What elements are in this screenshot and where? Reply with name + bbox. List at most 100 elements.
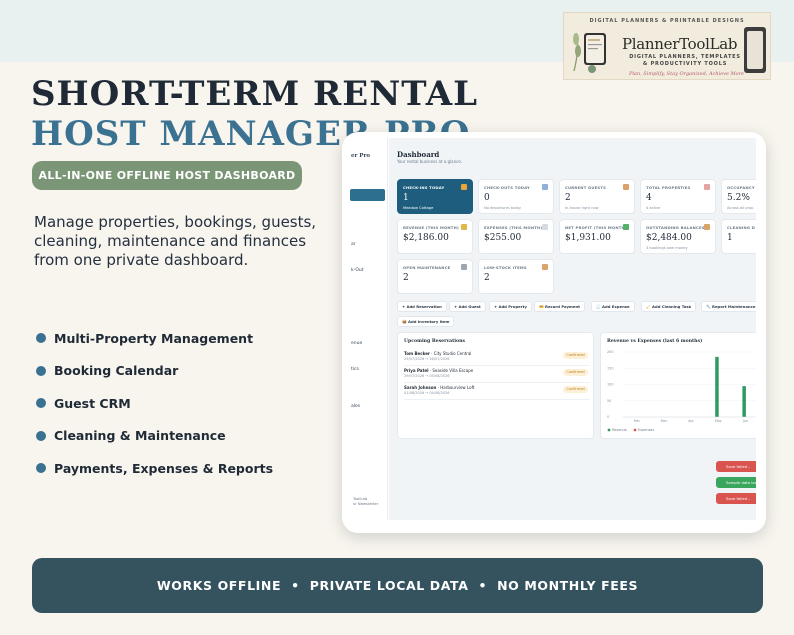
stat-subtext: Across all prop [727,206,754,210]
y-tick-label: 100 [607,383,613,387]
stat-value: $1,931.00 [565,233,611,243]
quick-action-button[interactable]: + Add Property [489,301,532,312]
bar-revenue [742,386,746,417]
stat-value: 0 [484,193,490,203]
stat-card[interactable]: TOTAL PROPERTIES 4 4 active [640,179,716,214]
page-title: Dashboard [397,150,440,159]
stat-subtext: Meadow Cottage [403,206,434,210]
y-tick-label: 0 [607,415,609,419]
stat-card[interactable]: REVENUE (THIS MONTH) $2,186.00 [397,219,473,254]
stat-label: REVENUE (THIS MONTH) [403,225,459,230]
feature-item: Payments, Expenses & Reports [36,452,273,485]
logo-brand-name: PlannerToolLab [622,35,738,53]
sidebar-item-sales[interactable]: ales [351,404,360,409]
hero-title-line1: SHORT-TERM RENTAL [31,74,479,114]
status-badge: Confirmed [563,386,588,393]
stat-card[interactable]: NET PROFIT (THIS MONTH) $1,931.00 [559,219,635,254]
legend-swatch [607,428,611,432]
status-badge: Confirmed [563,369,588,376]
logo-tagline: Plan, Simplify, Stay Organized, Achieve … [628,71,745,77]
y-tick-label: 150 [607,366,613,370]
stat-card[interactable]: CHECK-OUTS TODAY 0 No departures today [478,179,554,214]
app-sidebar: er Pro ar k-Out enue tics ales ToolLab s… [347,138,388,520]
sidebar-item-analytics[interactable]: tics [351,367,359,372]
quick-action-button[interactable]: 🔧 Report Maintenance [701,301,756,312]
x-tick-label: May [715,419,722,423]
feature-item: Guest CRM [36,387,273,420]
sidebar-item-checkout[interactable]: k-Out [351,268,364,273]
wrench-icon [461,264,467,270]
stat-subtext: In-house right now [565,206,599,210]
feature-item: Booking Calendar [36,355,273,388]
sidebar-item-calendar[interactable]: ar [351,242,356,247]
stat-card[interactable]: CLEANING D 1 [721,219,756,254]
reservation-guest: Priya Patel · Seaside Villa Escape [404,368,474,373]
reservation-row[interactable]: Tom Becker · City Studio Central 25/07/20… [404,350,590,366]
toast-notification[interactable]: Save failed – [716,493,756,504]
stat-card[interactable]: OCCUPANCY 5.2% Across all prop [721,179,756,214]
y-tick-label: 200 [607,350,613,354]
bullet-dot-icon [36,398,46,409]
bullet-dot-icon [36,463,46,474]
stat-subtext: 4 active [646,206,661,210]
quick-action-button[interactable]: 💳 Record Payment [534,301,585,312]
stat-card[interactable]: OUTSTANDING BALANCES $2,484.00 3 bookings … [640,219,716,254]
reservations-title: Upcoming Reservations [404,339,466,344]
hero-description: Manage properties, bookings, guests, cle… [34,213,317,269]
toast-notification[interactable]: Save failed – [716,461,756,472]
y-tick-label: 50 [607,399,611,403]
receipt-icon [542,224,548,230]
quick-action-button[interactable]: 🧹 Add Cleaning Task [641,301,697,312]
x-tick-label: Mar [661,419,668,423]
x-tick-label: Apr [688,419,694,423]
quick-action-button[interactable]: 📦 Add Inventory Item [397,316,455,327]
reservation-row[interactable]: Priya Patel · Seaside Villa Escape 29/07/… [404,367,590,383]
stat-value: $255.00 [484,233,522,243]
reservation-dates: 25/07/2026 → 26/07/2026 [404,357,450,361]
stat-label: CURRENT GUESTS [565,185,607,190]
quick-action-button[interactable]: + Add Reservation [397,301,447,312]
legend-label: Expenses [638,428,654,432]
suitcase-icon [461,184,467,190]
quick-action-button[interactable]: + Add Guest [449,301,486,312]
stat-label: EXPENSES (THIS MONTH) [484,225,543,230]
stat-value: 1 [727,233,733,243]
device-mockup: er Pro ar k-Out enue tics ales ToolLab s… [342,132,766,533]
banner-separator: • [291,578,300,593]
stat-value: 1 [403,193,409,203]
sidebar-item-dashboard-active[interactable] [350,189,385,201]
stat-card[interactable]: OPEN MAINTENANCE 2 [397,259,473,294]
x-tick-label: Jun [742,419,748,423]
stat-value: 2 [565,193,571,203]
reservations-panel: Upcoming Reservations Tom Becker · City … [397,332,594,439]
hourglass-icon [704,224,710,230]
stat-card[interactable]: EXPENSES (THIS MONTH) $255.00 [478,219,554,254]
status-badge: Confirmed [563,352,588,359]
stat-value: 2 [484,273,490,283]
dashboard-main: Dashboard Your rental business at a glan… [389,138,756,520]
bottom-banner: WORKS OFFLINE • PRIVATE LOCAL DATA • NO … [32,558,763,613]
tablet-illustration-icon [744,27,766,73]
stat-subtext: 3 bookings owe money [646,246,688,250]
toast-notification[interactable]: Sample data loa [716,477,756,488]
revenue-chart-panel: Revenue vs Expenses (last 6 months) 200 1… [600,332,756,439]
reservation-row[interactable]: Sarah Johnson · Harbourview Loft 01/08/20… [404,384,590,400]
money-icon [461,224,467,230]
check-icon [623,224,629,230]
sidebar-footer: ToolLab sr Newsletter [353,496,379,506]
stat-card[interactable]: CURRENT GUESTS 2 In-house right now [559,179,635,214]
stat-value: 4 [646,193,652,203]
quick-action-button[interactable]: 🧾 Add Expense [591,301,635,312]
stat-card[interactable]: LOW-STOCK ITEMS 2 [478,259,554,294]
stat-value: $2,484.00 [646,233,692,243]
bullet-dot-icon [36,430,46,441]
legend-swatch [633,428,637,432]
stat-card[interactable]: CHECK-INS TODAY 1 Meadow Cottage [397,179,473,214]
stat-label: CHECK-INS TODAY [403,185,445,190]
logo-subtitle: DIGITAL PLANNERS, TEMPLATES & PRODUCTIVI… [629,54,741,67]
brand-logo: DIGITAL PLANNERS & PRINTABLE DESIGNS Pla… [563,12,771,80]
sidebar-item-revenue[interactable]: enue [351,341,362,346]
logo-top-text: DIGITAL PLANNERS & PRINTABLE DESIGNS [589,18,745,24]
stat-label: CLEANING D [727,225,756,230]
stat-label: LOW-STOCK ITEMS [484,265,527,270]
